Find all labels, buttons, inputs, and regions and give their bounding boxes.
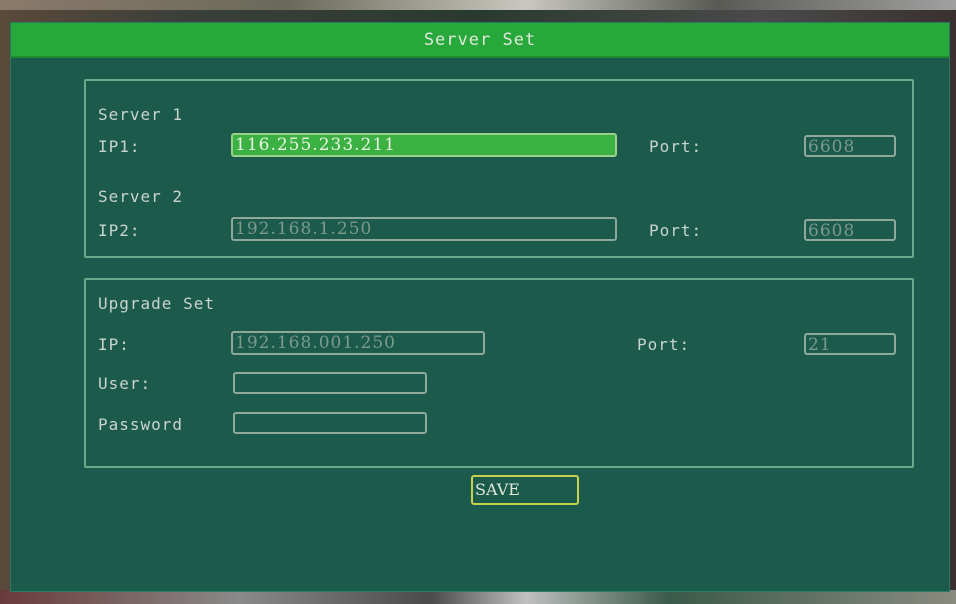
password-input[interactable]: [233, 412, 427, 434]
upgrade-ip-label: IP:: [98, 335, 130, 354]
server-group: Server 1 IP1: 116.255.233.211 Port: 6608…: [84, 79, 914, 258]
upgrade-group: Upgrade Set IP: 192.168.001.250 Port: 21…: [84, 278, 914, 468]
port1-label: Port:: [649, 137, 703, 156]
port1-input[interactable]: 6608: [804, 135, 896, 157]
ip2-input[interactable]: 192.168.1.250: [231, 217, 617, 241]
upgrade-ip-input[interactable]: 192.168.001.250: [231, 331, 485, 355]
background-top: [0, 0, 956, 10]
server2-heading: Server 2: [98, 187, 184, 206]
ip1-label: IP1:: [98, 137, 141, 156]
user-input[interactable]: [233, 372, 427, 394]
server1-heading: Server 1: [98, 105, 184, 124]
port2-label: Port:: [649, 221, 703, 240]
save-button[interactable]: SAVE: [471, 475, 579, 505]
ip1-input[interactable]: 116.255.233.211: [231, 133, 617, 157]
title-bar: Server Set: [11, 23, 949, 58]
server-set-dialog: Server Set Server 1 IP1: 116.255.233.211…: [10, 22, 950, 592]
password-label: Password: [98, 415, 184, 434]
background-bottom: [0, 590, 956, 604]
port2-input[interactable]: 6608: [804, 219, 896, 241]
upgrade-port-label: Port:: [637, 335, 691, 354]
upgrade-heading: Upgrade Set: [98, 294, 215, 313]
user-label: User:: [98, 374, 152, 393]
ip2-label: IP2:: [98, 221, 141, 240]
upgrade-port-input[interactable]: 21: [804, 333, 896, 355]
dialog-title: Server Set: [423, 30, 537, 50]
